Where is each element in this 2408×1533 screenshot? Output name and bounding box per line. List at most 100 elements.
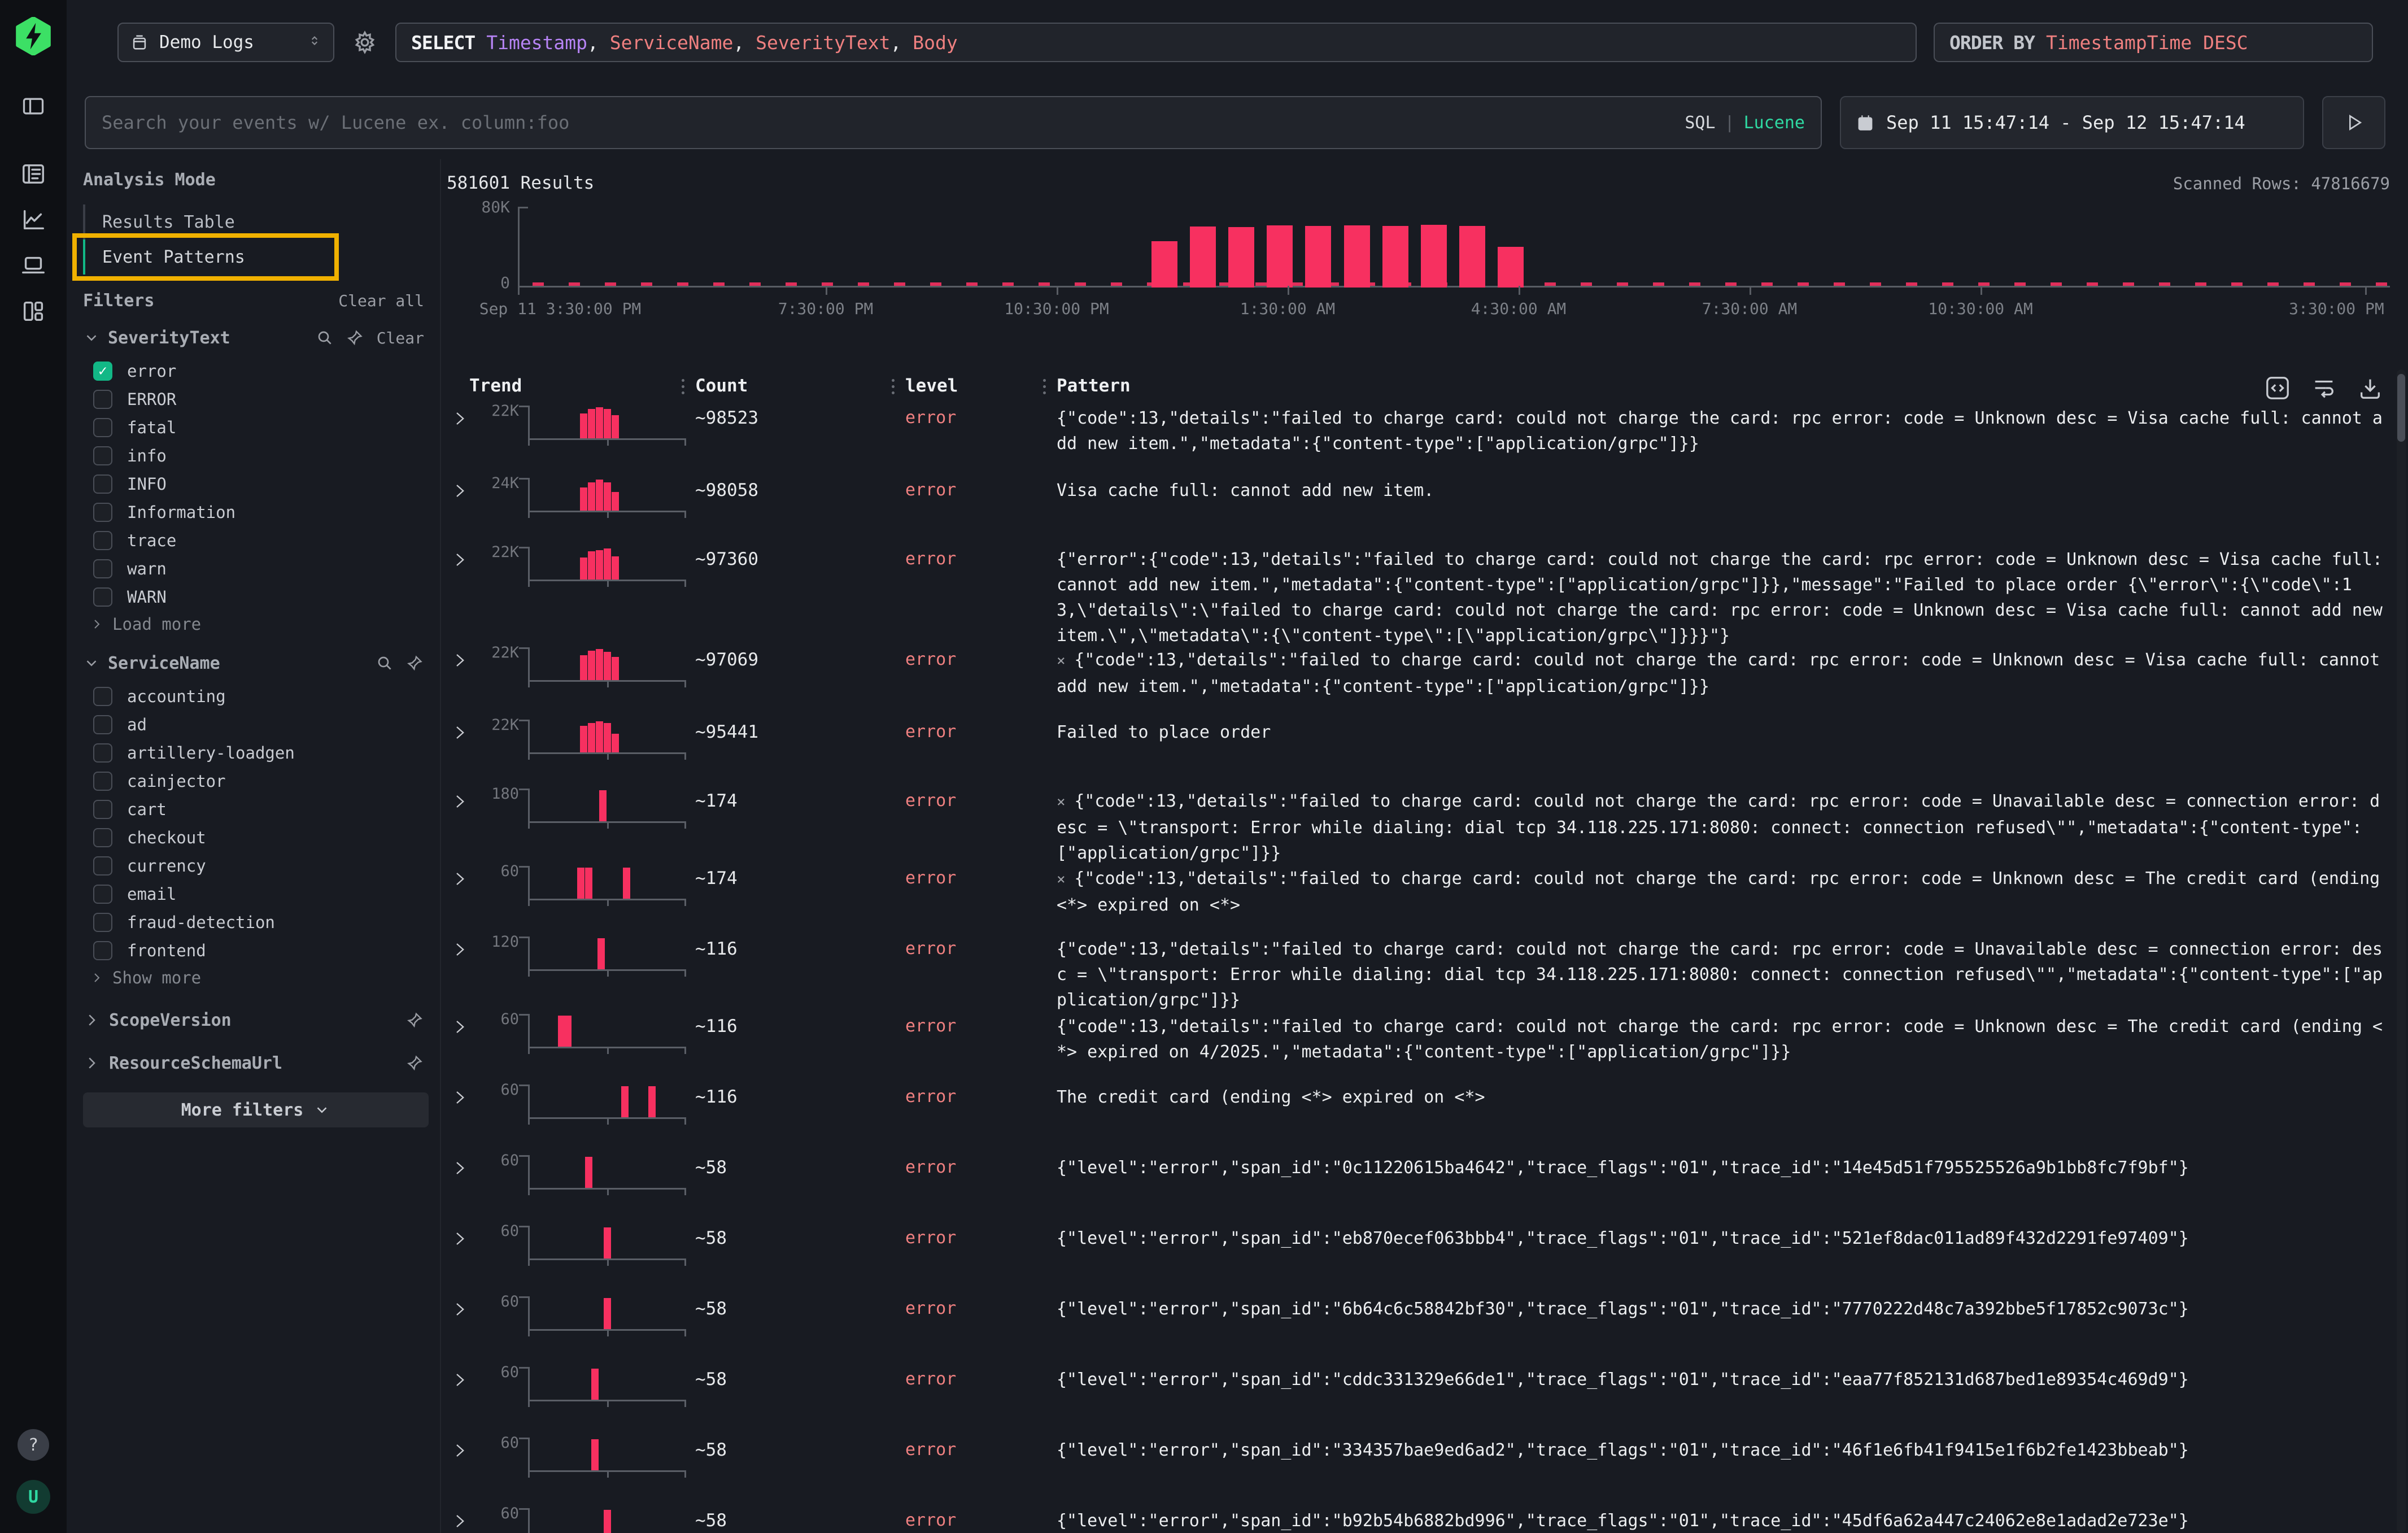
service-option-checkout[interactable]: checkout — [83, 824, 424, 852]
checkbox-unchecked-icon[interactable] — [93, 856, 112, 876]
service-option-fraud-detection[interactable]: fraud-detection — [83, 908, 424, 937]
pin-icon[interactable] — [406, 1011, 424, 1029]
mode-sql[interactable]: SQL — [1685, 113, 1715, 133]
resourceschemaurl-section-header[interactable]: ResourceSchemaUrl — [83, 1049, 424, 1077]
service-show-more[interactable]: Show more — [83, 965, 424, 991]
pattern-row[interactable]: 60~116error{"code":13,"details":"failed … — [441, 1007, 2408, 1078]
pattern-row[interactable]: 60~58error{"level":"error","span_id":"6b… — [441, 1290, 2408, 1360]
checkbox-unchecked-icon[interactable] — [93, 503, 112, 522]
checkbox-checked-icon[interactable]: ✓ — [93, 362, 112, 381]
more-filters-button[interactable]: More filters — [83, 1092, 429, 1127]
expand-chevron-icon[interactable] — [451, 940, 468, 959]
severity-option-warn[interactable]: warn — [83, 555, 424, 583]
severity-option-trace[interactable]: trace — [83, 526, 424, 555]
expand-chevron-icon[interactable] — [451, 1370, 468, 1390]
checkbox-unchecked-icon[interactable] — [93, 941, 112, 960]
pattern-row[interactable]: 60~174error× {"code":13,"details":"faile… — [441, 859, 2408, 930]
column-header-level[interactable]: level — [905, 376, 1057, 396]
checkbox-unchecked-icon[interactable] — [93, 800, 112, 819]
date-range-picker[interactable]: Sep 11 15:47:14 - Sep 12 15:47:14 — [1840, 96, 2304, 149]
source-settings-button[interactable] — [351, 30, 378, 55]
checkbox-unchecked-icon[interactable] — [93, 913, 112, 932]
search-icon[interactable] — [316, 329, 334, 347]
pattern-row[interactable]: 60~58error{"level":"error","span_id":"33… — [441, 1431, 2408, 1501]
checkbox-unchecked-icon[interactable] — [93, 828, 112, 847]
checkbox-unchecked-icon[interactable] — [93, 390, 112, 409]
source-select[interactable]: Demo Logs — [117, 23, 334, 62]
histogram-bar[interactable] — [1344, 225, 1370, 288]
histogram-bar[interactable] — [1305, 226, 1331, 288]
pattern-row[interactable]: 24K~98058errorVisa cache full: cannot ad… — [441, 471, 2408, 540]
checkbox-unchecked-icon[interactable] — [93, 885, 112, 904]
service-option-accounting[interactable]: accounting — [83, 682, 424, 711]
checkbox-unchecked-icon[interactable] — [93, 772, 112, 791]
expand-chevron-icon[interactable] — [451, 723, 468, 742]
pattern-row[interactable]: 60~58error{"level":"error","span_id":"cd… — [441, 1360, 2408, 1431]
severity-option-error[interactable]: ✓error — [83, 357, 424, 385]
column-header-count[interactable]: Count — [695, 376, 905, 396]
service-option-artillery-loadgen[interactable]: artillery-loadgen — [83, 739, 424, 767]
severity-option-fatal[interactable]: fatal — [83, 413, 424, 442]
nav-sessions-icon[interactable] — [20, 252, 47, 279]
severity-option-WARN[interactable]: WARN — [83, 583, 424, 611]
histogram-bar[interactable] — [1459, 226, 1485, 288]
histogram-bar[interactable] — [1382, 226, 1408, 288]
sidebar-toggle-icon[interactable] — [20, 93, 47, 120]
checkbox-unchecked-icon[interactable] — [93, 715, 112, 734]
scopeversion-section-header[interactable]: ScopeVersion — [83, 1007, 424, 1034]
expand-chevron-icon[interactable] — [451, 550, 468, 569]
pin-icon[interactable] — [346, 329, 364, 347]
severity-load-more[interactable]: Load more — [83, 611, 424, 637]
severity-section-header[interactable]: SeverityText Clear — [83, 325, 424, 350]
checkbox-unchecked-icon[interactable] — [93, 743, 112, 763]
expand-chevron-icon[interactable] — [451, 1088, 468, 1107]
nav-dashboards-icon[interactable] — [20, 298, 47, 325]
service-section-header[interactable]: ServiceName — [83, 651, 424, 676]
select-query-editor[interactable]: SELECT Timestamp, ServiceName, SeverityT… — [395, 23, 1917, 62]
results-histogram[interactable]: 80K 0 Sep 11 3:30:00 PM7:30:00 PM10:30:0… — [518, 193, 2390, 329]
histogram-bar[interactable] — [1228, 227, 1254, 288]
scrollbar-thumb[interactable] — [2397, 374, 2405, 442]
checkbox-unchecked-icon[interactable] — [93, 474, 112, 494]
service-option-frontend[interactable]: frontend — [83, 937, 424, 965]
pattern-row[interactable]: 60~58error{"level":"error","span_id":"b9… — [441, 1501, 2408, 1533]
expand-chevron-icon[interactable] — [451, 1300, 468, 1319]
severity-option-Information[interactable]: Information — [83, 498, 424, 526]
severity-option-ERROR[interactable]: ERROR — [83, 385, 424, 413]
column-header-pattern[interactable]: Pattern — [1057, 376, 2408, 396]
histogram-bar[interactable] — [1151, 241, 1177, 288]
nav-logs-icon[interactable] — [20, 160, 47, 188]
expand-chevron-icon[interactable] — [451, 481, 468, 500]
histogram-bar[interactable] — [1498, 247, 1524, 288]
checkbox-unchecked-icon[interactable] — [93, 587, 112, 607]
vertical-scrollbar[interactable] — [2397, 369, 2406, 1533]
mode-lucene[interactable]: Lucene — [1744, 113, 1805, 133]
histogram-bar[interactable] — [1421, 225, 1447, 288]
pattern-row[interactable]: 22K~97069error× {"code":13,"details":"fa… — [441, 641, 2408, 713]
pin-icon[interactable] — [406, 1054, 424, 1072]
column-header-trend[interactable]: Trend — [469, 376, 695, 396]
checkbox-unchecked-icon[interactable] — [93, 559, 112, 578]
service-option-cart[interactable]: cart — [83, 795, 424, 824]
expand-chevron-icon[interactable] — [451, 1017, 468, 1036]
clear-all-button[interactable]: Clear all — [338, 291, 424, 310]
checkbox-unchecked-icon[interactable] — [93, 418, 112, 437]
pattern-row[interactable]: 22K~97360error{"error":{"code":13,"detai… — [441, 540, 2408, 641]
pattern-row[interactable]: 60~58error{"level":"error","span_id":"eb… — [441, 1219, 2408, 1290]
pattern-row[interactable]: 60~58error{"level":"error","span_id":"0c… — [441, 1148, 2408, 1219]
pattern-row[interactable]: 22K~95441errorFailed to place order — [441, 713, 2408, 782]
service-option-ad[interactable]: ad — [83, 711, 424, 739]
expand-chevron-icon[interactable] — [451, 1441, 468, 1460]
expand-chevron-icon[interactable] — [451, 792, 468, 811]
pattern-row[interactable]: 120~116error{"code":13,"details":"failed… — [441, 930, 2408, 1007]
checkbox-unchecked-icon[interactable] — [93, 531, 112, 550]
pattern-row[interactable]: 180~174error× {"code":13,"details":"fail… — [441, 782, 2408, 859]
user-avatar[interactable]: U — [16, 1480, 50, 1514]
run-query-button[interactable] — [2322, 96, 2385, 149]
severity-option-INFO[interactable]: INFO — [83, 470, 424, 498]
mode-results-table[interactable]: Results Table — [83, 204, 335, 239]
checkbox-unchecked-icon[interactable] — [93, 446, 112, 465]
service-option-email[interactable]: email — [83, 880, 424, 908]
pattern-row[interactable]: 60~116errorThe credit card (ending <*> e… — [441, 1078, 2408, 1148]
expand-chevron-icon[interactable] — [451, 1229, 468, 1248]
